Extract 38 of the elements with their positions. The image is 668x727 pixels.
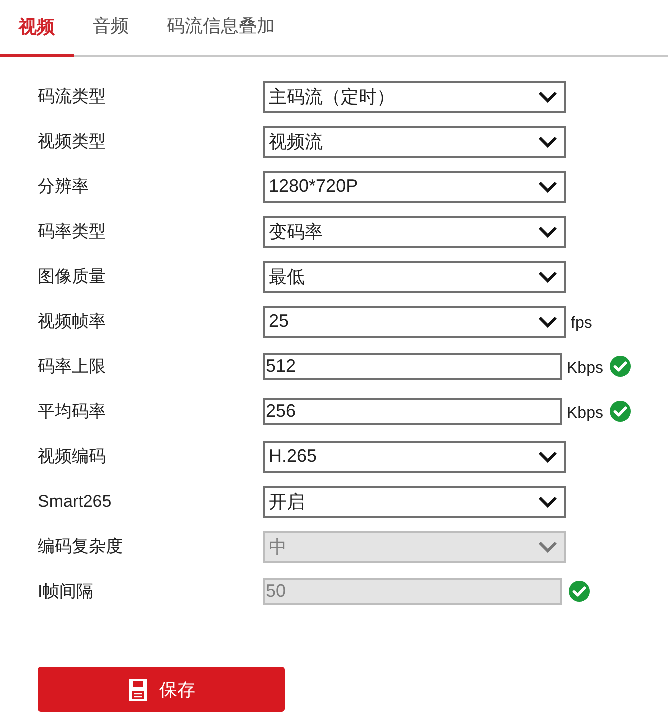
dropdown[interactable]: 视频流 [263,126,566,158]
unit-label: Kbps [567,404,604,422]
field-label: 码流类型 [38,86,106,108]
chevron-down-icon [538,270,558,282]
chevron-down-icon [538,450,558,462]
chevron-down-icon [538,540,558,552]
chevron-down-icon [538,180,558,192]
field-label: 编码复杂度 [38,536,123,558]
input-field[interactable]: 512 [263,353,562,380]
field-label: 码率上限 [38,356,106,378]
tab[interactable]: 音频 [74,0,148,55]
field-label: 码率类型 [38,221,106,243]
tab[interactable]: 码流信息叠加 [148,0,294,55]
dropdown[interactable]: 主码流（定时） [263,80,566,112]
field-label: 视频帧率 [38,311,106,333]
unit-label: fps [571,314,592,332]
input-field[interactable]: 256 [263,398,562,425]
dropdown[interactable]: 25 [263,306,566,338]
unit-label: Kbps [567,360,604,378]
dropdown[interactable]: H.265 [263,440,566,472]
chevron-down-icon [538,90,558,102]
dropdown[interactable]: 变码率 [263,216,566,248]
field-label: Smart265 [38,492,112,512]
chevron-down-icon [538,316,558,328]
dropdown[interactable]: 开启 [263,486,566,518]
save-button[interactable]: 保存 [38,667,285,712]
chevron-down-icon [538,496,558,508]
dropdown[interactable]: 1280*720P [263,170,566,202]
chevron-down-icon [538,136,558,148]
field-label: 图像质量 [38,266,106,288]
field-label: I帧间隔 [38,581,94,603]
dropdown[interactable]: 最低 [263,260,566,292]
field-label: 分辨率 [38,176,89,198]
tab[interactable]: 视频 [0,0,74,57]
field-label: 视频类型 [38,131,106,153]
field-label: 视频编码 [38,446,106,468]
field-label: 平均码率 [38,401,106,423]
chevron-down-icon [538,226,558,238]
